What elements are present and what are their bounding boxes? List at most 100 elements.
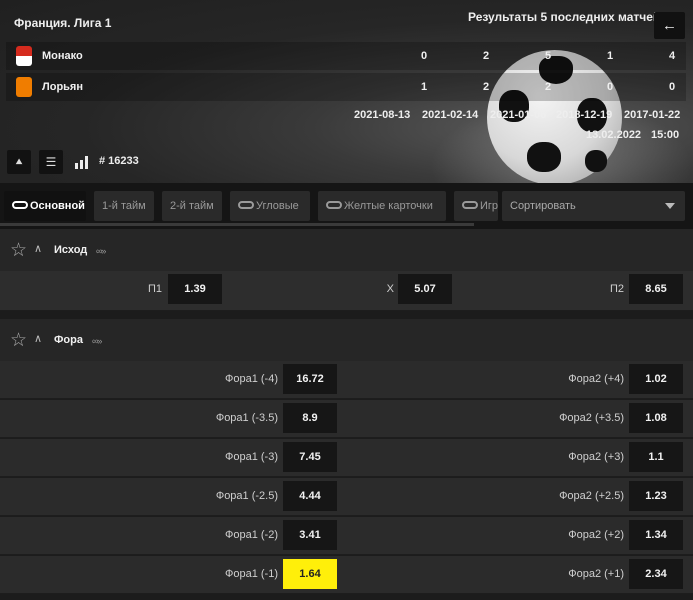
tab-label: Основной [30,200,85,212]
tab-label: Игроки [480,200,498,212]
odd-value-button[interactable]: 1.08 [629,403,683,433]
double-chevron-up-icon: ⯅ [14,155,24,169]
odd-label: Х [386,283,394,295]
team-name: Лорьян [42,81,83,93]
match-date-label: 2021-01-06 [490,109,547,121]
link-icon [326,201,342,210]
tab-label: 2-й тайм [170,200,214,212]
odd-label: Фора1 (-1) [225,568,278,580]
sort-dropdown[interactable]: Сортировать [502,191,685,221]
odd-value-button[interactable]: 8.65 [629,274,683,304]
score: 4 [668,50,676,62]
odd-label: Фора2 (+2.5) [559,490,624,502]
market-tabs: Основной 1-й тайм 2-й тайм Угловые Желты… [0,183,693,229]
match-date-label: 2017-01-22 [624,109,681,121]
odd-value-button[interactable]: 4.44 [283,481,337,511]
tab-label: 1-й тайм [102,200,146,212]
odd-label: Фора1 (-3) [225,451,278,463]
odd-value-button[interactable]: 7.45 [283,442,337,472]
score: 0 [668,81,676,93]
star-icon[interactable]: ☆ [10,241,27,260]
odd-label: Фора1 (-3.5) [215,412,278,424]
event-time: 15:00 [651,129,680,141]
odd-value-button[interactable]: 2.34 [629,559,683,589]
tab-label: Желтые карточки [344,200,433,212]
match-date-label: 2018-12-19 [556,109,613,121]
back-button[interactable]: ← [654,12,685,39]
score: 2 [482,81,490,93]
link-icon [238,201,254,210]
list-view-button[interactable]: ☰ [39,150,63,174]
odd-label: Фора2 (+1) [568,568,624,580]
lorient-logo-icon [16,77,32,97]
tab-main[interactable]: Основной [4,191,86,221]
score: 1 [420,81,428,93]
sort-label: Сортировать [510,200,576,212]
monaco-logo-icon [16,46,32,66]
odd-value-button[interactable]: 5.07 [398,274,452,304]
odd-label: Фора1 (-2) [225,529,278,541]
odd-value-button[interactable]: 1.34 [629,520,683,550]
section-title: Исход [54,244,88,256]
section-title: Фора [54,334,83,346]
score: 0 [420,50,428,62]
match-id: # 16233 [99,155,139,167]
tab-first-half[interactable]: 1-й тайм [94,191,154,221]
odd-value-button[interactable]: 8.9 [283,403,337,433]
bar-chart-icon [75,156,88,169]
odd-value-button[interactable]: 1.1 [629,442,683,472]
outcome-section-header[interactable]: ☆ ∧ Исход ∞» [0,229,693,271]
last-results-title: Результаты 5 последних матчей [468,10,661,24]
odd-label: П1 [147,283,162,295]
chevron-up-icon: ∧ [34,333,43,345]
handicap-row: Фора1 (-3.5) 8.9 Фора2 (+3.5) 1.08 [0,400,693,438]
team-row-away: Лорьян 1 2 2 0 0 [6,73,686,101]
odd-value-button-selected[interactable]: 1.64 [283,559,337,589]
handicap-section-header[interactable]: ☆ ∧ Фора ∞» [0,319,693,361]
link-chain-icon: ∞» [96,246,106,256]
chevron-up-icon: ∧ [34,243,43,255]
score: 2 [544,81,552,93]
odd-label: Фора1 (-4) [225,373,278,385]
tab-label: Угловые [256,200,299,212]
tabs-scrollbar[interactable] [0,223,474,226]
odd-label: Фора1 (-2.5) [215,490,278,502]
outcome-row: П1 1.39 Х 5.07 П2 8.65 [0,271,693,311]
handicap-row: Фора1 (-2) 3.41 Фора2 (+2) 1.34 [0,517,693,555]
tab-second-half[interactable]: 2-й тайм [162,191,222,221]
match-header: Франция. Лига 1 Результаты 5 последних м… [0,0,693,183]
score: 2 [482,50,490,62]
star-icon[interactable]: ☆ [10,331,27,350]
odd-label: Фора2 (+2) [568,529,624,541]
score: 0 [606,81,614,93]
link-chain-icon: ∞» [92,336,102,346]
team-row-home: Монако 0 2 5 1 4 [6,42,686,70]
link-icon [12,201,28,210]
collapse-button[interactable]: ⯅ [7,150,31,174]
odd-label: Фора2 (+3.5) [559,412,624,424]
odd-label: Фора2 (+4) [568,373,624,385]
tab-players[interactable]: Игроки [454,191,498,221]
stats-button[interactable] [70,150,94,174]
event-date: 13.02.2022 [586,129,642,141]
tab-yellow-cards[interactable]: Желтые карточки [318,191,446,221]
score: 1 [606,50,614,62]
caret-down-icon [665,203,675,209]
odd-label: Фора2 (+3) [568,451,624,463]
odd-value-button[interactable]: 16.72 [283,364,337,394]
arrow-left-icon: ← [662,17,677,34]
match-date-label: 2021-08-13 [354,109,411,121]
match-date-label: 2021-02-14 [422,109,479,121]
handicap-row: Фора1 (-2.5) 4.44 Фора2 (+2.5) 1.23 [0,478,693,516]
score: 5 [544,50,552,62]
team-name: Монако [42,50,83,62]
league-title: Франция. Лига 1 [14,16,112,30]
odd-value-button[interactable]: 1.02 [629,364,683,394]
odd-value-button[interactable]: 1.23 [629,481,683,511]
odd-value-button[interactable]: 3.41 [283,520,337,550]
tab-corners[interactable]: Угловые [230,191,310,221]
odd-value-button[interactable]: 1.39 [168,274,222,304]
list-icon: ☰ [45,155,57,169]
handicap-row: Фора1 (-3) 7.45 Фора2 (+3) 1.1 [0,439,693,477]
odd-label: П2 [609,283,624,295]
